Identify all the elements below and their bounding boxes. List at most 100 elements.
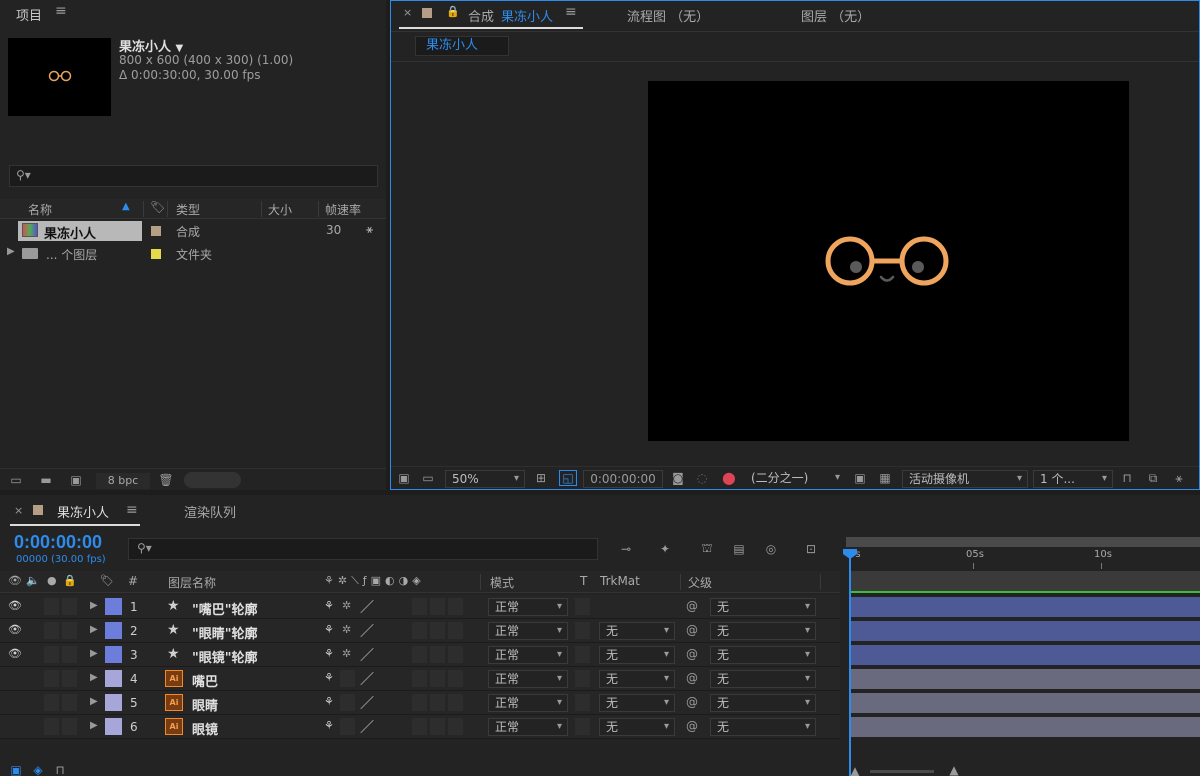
preserve-transparency-switch[interactable] xyxy=(575,622,590,639)
expand-arrow-icon[interactable]: ▶ xyxy=(7,246,15,257)
motion-blur-icon[interactable]: ◎ xyxy=(760,539,782,559)
expand-arrow-icon[interactable]: ▶ xyxy=(90,600,98,611)
preserve-transparency-switch[interactable] xyxy=(575,598,590,615)
blend-mode-select[interactable]: 正常 ▾ xyxy=(488,694,568,712)
parent-select[interactable]: 无 ▾ xyxy=(710,718,816,736)
eye-icon[interactable]: 👁 xyxy=(8,647,22,660)
blend-mode-select[interactable]: 正常 ▾ xyxy=(488,646,568,664)
lock-icon[interactable]: 🔒 xyxy=(63,574,77,587)
flowchart-toolbar-icon[interactable]: ⚹ xyxy=(1171,470,1187,486)
label-color-swatch[interactable] xyxy=(105,622,122,639)
quality-switch-icon[interactable]: ／ xyxy=(360,597,374,617)
layer-name[interactable]: 眼镜 xyxy=(192,719,218,738)
pick-whip-icon[interactable]: @ xyxy=(686,623,698,637)
layer-name-header[interactable]: 图层名称 xyxy=(168,574,216,591)
close-tab-icon[interactable]: × xyxy=(403,6,412,19)
expand-arrow-icon[interactable]: ▶ xyxy=(90,720,98,731)
trackmatte-select[interactable]: 无 ▾ xyxy=(599,670,675,688)
label-color-swatch[interactable] xyxy=(105,718,122,735)
pick-whip-icon[interactable]: @ xyxy=(686,719,698,733)
views-select[interactable]: 1 个... ▾ xyxy=(1033,470,1113,488)
project-item-folder[interactable]: ▶ ... 个图层 文件夹 xyxy=(0,243,386,265)
preserve-transparency-switch[interactable] xyxy=(575,694,590,711)
timeline-timecode[interactable]: 0:00:00:00 xyxy=(14,532,102,553)
collapse-switch[interactable] xyxy=(340,670,355,687)
blend-mode-select[interactable]: 正常 ▾ xyxy=(488,670,568,688)
eye-icon[interactable]: 👁 xyxy=(8,574,22,587)
layer-name[interactable]: "眼镜"轮廓 xyxy=(192,647,258,666)
sort-ascending-icon[interactable]: ▲ xyxy=(122,201,130,212)
timeline-zoom-slider[interactable] xyxy=(870,770,934,773)
label-color-swatch[interactable] xyxy=(105,670,122,687)
layer-name[interactable]: 嘴巴 xyxy=(192,671,218,690)
zoom-select[interactable]: 50% ▾ xyxy=(445,470,525,488)
layer-row[interactable]: ▶ 4 Ai 嘴巴 ⚘ ／ 正常 ▾ 无 ▾ @ 无 ▾ xyxy=(0,667,840,691)
layer-duration-bar[interactable] xyxy=(851,717,1200,737)
label-tag-icon[interactable]: 🏷 xyxy=(100,574,114,587)
color-channels-icon[interactable]: ⬤ xyxy=(721,470,737,486)
motion-blur-switch[interactable] xyxy=(430,670,445,687)
expand-layer-switches-icon[interactable]: ◈ xyxy=(30,763,46,776)
solo-switch[interactable] xyxy=(44,646,59,663)
solo-switch[interactable] xyxy=(44,670,59,687)
camera-select[interactable]: 活动摄像机 ▾ xyxy=(902,470,1028,488)
toggle-pixel-aspect-icon[interactable]: ⊓ xyxy=(1119,470,1135,486)
lock-switch[interactable] xyxy=(62,670,77,687)
lock-switch[interactable] xyxy=(62,598,77,615)
trackmatte-select[interactable]: 无 ▾ xyxy=(599,694,675,712)
shy-switch-icon[interactable]: ⚘ xyxy=(324,695,334,708)
parent-select[interactable]: 无 ▾ xyxy=(710,598,816,616)
eye-icon[interactable]: 👁 xyxy=(8,623,22,636)
preserve-transparency-switch[interactable] xyxy=(575,718,590,735)
adjustment-switch[interactable] xyxy=(448,622,463,639)
effects-switch[interactable] xyxy=(412,646,427,663)
comp-render-time-icon[interactable]: ▣ xyxy=(8,763,24,776)
adjustment-switch[interactable] xyxy=(448,694,463,711)
audio-icon[interactable]: 🔈 xyxy=(26,574,40,587)
label-color-swatch[interactable] xyxy=(151,226,161,236)
preserve-transparency-switch[interactable] xyxy=(575,646,590,663)
column-name[interactable]: 名称 xyxy=(28,201,52,218)
transparency-grid-icon[interactable]: ◱ xyxy=(559,470,577,486)
trash-icon[interactable]: 🗑 xyxy=(157,472,175,488)
trackmatte-select[interactable]: 无 ▾ xyxy=(599,718,675,736)
work-area-bar[interactable] xyxy=(846,537,1200,547)
column-fps[interactable]: 帧速率 xyxy=(325,201,361,218)
trackmatte-select[interactable]: 无 ▾ xyxy=(599,622,675,640)
panel-menu-icon[interactable]: ≡ xyxy=(55,3,67,19)
quality-switch-icon[interactable]: ／ xyxy=(360,693,374,713)
effects-switch[interactable] xyxy=(412,670,427,687)
label-color-swatch[interactable] xyxy=(105,598,122,615)
blend-mode-select[interactable]: 正常 ▾ xyxy=(488,598,568,616)
viewer-timecode[interactable]: 0:00:00:00 xyxy=(583,470,663,488)
layer-duration-bar[interactable] xyxy=(851,669,1200,689)
effects-switch[interactable] xyxy=(412,598,427,615)
parent-select[interactable]: 无 ▾ xyxy=(710,646,816,664)
graph-editor-icon[interactable]: ⊡ xyxy=(800,539,822,559)
frame-blending-icon[interactable]: ▤ xyxy=(728,539,750,559)
lock-switch[interactable] xyxy=(62,622,77,639)
lock-switch[interactable] xyxy=(62,646,77,663)
close-tab-icon[interactable]: × xyxy=(14,504,23,517)
pick-whip-icon[interactable]: @ xyxy=(686,599,698,613)
effects-switch[interactable] xyxy=(412,694,427,711)
layer-row[interactable]: 👁 ▶ 3 ★ "眼镜"轮廓 ⚘ ✲ ／ 正常 ▾ 无 ▾ @ 无 ▾ xyxy=(0,643,840,667)
layer-duration-bar[interactable] xyxy=(851,645,1200,665)
adjustment-switch[interactable] xyxy=(448,718,463,735)
solo-icon[interactable]: ● xyxy=(47,574,57,587)
layer-row[interactable]: 👁 ▶ 2 ★ "眼睛"轮廓 ⚘ ✲ ／ 正常 ▾ 无 ▾ @ 无 ▾ xyxy=(0,619,840,643)
effects-switch[interactable] xyxy=(412,622,427,639)
tab-flowchart[interactable]: 流程图 （无） xyxy=(627,6,709,25)
motion-blur-switch[interactable] xyxy=(430,718,445,735)
expand-arrow-icon[interactable]: ▶ xyxy=(90,624,98,635)
layer-row[interactable]: ▶ 5 Ai 眼睛 ⚘ ／ 正常 ▾ 无 ▾ @ 无 ▾ xyxy=(0,691,840,715)
expand-arrow-icon[interactable]: ▶ xyxy=(90,672,98,683)
expand-transfer-controls-icon[interactable]: ⊓ xyxy=(52,763,68,776)
time-ruler[interactable]: 0s 05s 10s xyxy=(846,547,1200,569)
quality-switch-icon[interactable]: ／ xyxy=(360,669,374,689)
current-time-indicator[interactable] xyxy=(849,551,851,776)
expand-arrow-icon[interactable]: ▶ xyxy=(90,648,98,659)
shy-switch-icon[interactable]: ⚘ xyxy=(324,671,334,684)
viewer-tab-prefix[interactable]: 合成 xyxy=(468,6,494,25)
parent-select[interactable]: 无 ▾ xyxy=(710,694,816,712)
